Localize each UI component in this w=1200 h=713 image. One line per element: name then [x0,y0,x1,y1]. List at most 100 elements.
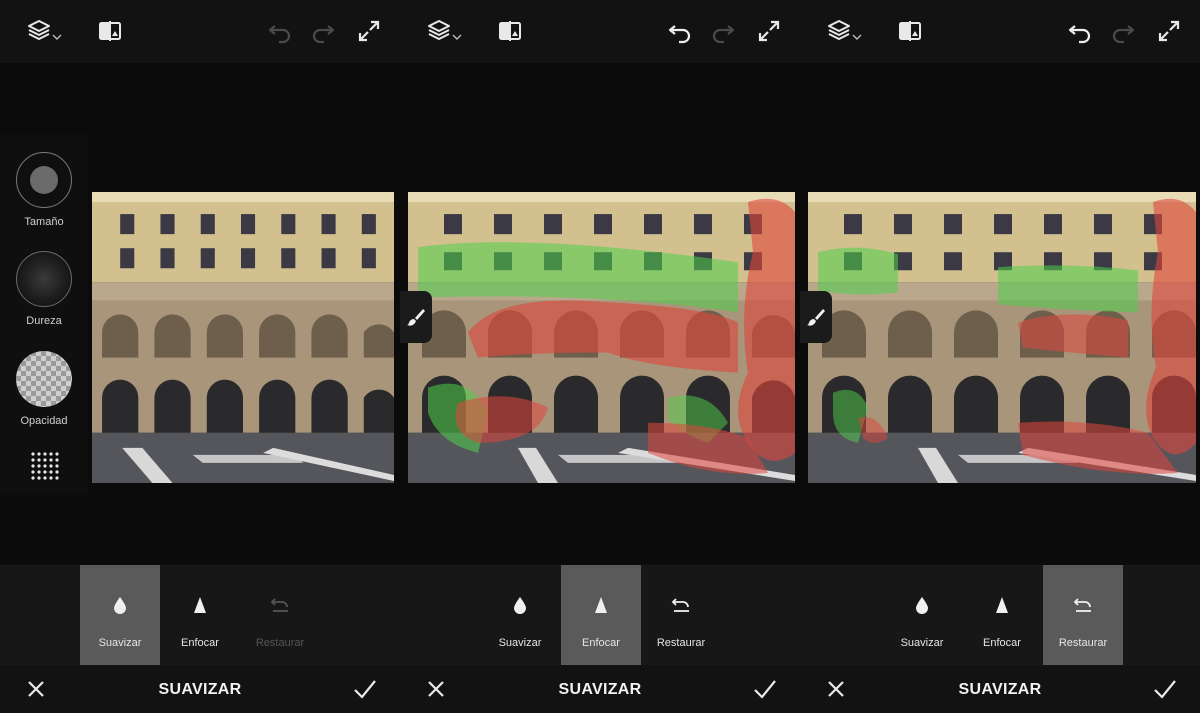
tool-options-row: Suavizar Enfocar Restaurar [400,565,800,665]
tool-restaurar[interactable]: Restaurar [240,565,320,665]
brush-panel-toggle[interactable] [800,291,832,343]
dot-grid-icon[interactable] [28,449,62,483]
tool-suavizar[interactable]: Suavizar [480,565,560,665]
tool-label: Enfocar [582,637,620,649]
redo-button[interactable] [306,14,340,48]
compare-button[interactable] [93,14,127,48]
layers-button[interactable] [422,14,456,48]
confirm-button[interactable] [352,677,378,701]
tool-label: Suavizar [98,637,142,649]
brush-size-circle[interactable] [16,152,72,208]
tool-label: Restaurar [255,637,305,649]
brush-opacity-circle[interactable] [16,351,72,407]
droplet-icon [916,597,928,614]
redo-icon [712,25,735,44]
editor-panel-2: Suavizar Enfocar Restaurar SUAVIZAR [400,0,800,713]
chevron-down-icon[interactable] [852,32,862,42]
close-icon [828,681,844,697]
compare-icon [99,21,121,41]
cancel-button[interactable] [424,677,448,701]
tool-enfocar[interactable]: Enfocar [962,565,1042,665]
expand-icon [1158,20,1180,42]
tool-label: Restaurar [656,637,706,649]
restore-icon [1073,598,1091,612]
tool-label: Enfocar [181,637,219,649]
brush-size-control[interactable]: Tamaño [0,152,88,228]
top-toolbar [0,0,400,63]
brush-icon [807,309,825,326]
undo-button[interactable] [663,14,697,48]
triangle-icon [194,597,206,613]
photo-building-masked [408,192,795,483]
tool-enfocar[interactable]: Enfocar [160,565,240,665]
redo-icon [312,25,335,44]
brush-opacity-control[interactable]: Opacidad [0,351,88,427]
brush-icon [407,309,425,326]
droplet-icon [114,597,126,614]
brush-settings-sidebar: Tamaño Dureza Opacidad [0,135,88,495]
layers-icon [28,20,50,40]
cancel-button[interactable] [24,677,48,701]
compare-icon [499,21,521,41]
bottom-action-bar: SUAVIZAR [800,665,1200,713]
restore-icon [671,598,689,612]
undo-icon [1068,25,1091,44]
photo-building-masked [808,192,1196,483]
tool-suavizar[interactable]: Suavizar [80,565,160,665]
layers-icon [428,20,450,40]
triangle-icon [996,597,1008,613]
image-canvas[interactable] [400,63,800,565]
chevron-down-icon[interactable] [52,32,62,42]
top-toolbar [400,0,800,63]
tool-enfocar[interactable]: Enfocar [561,565,641,665]
brush-hardness-label: Dureza [26,315,62,327]
checkmark-icon [354,680,376,699]
layers-button[interactable] [22,14,56,48]
redo-icon [1112,25,1135,44]
compare-icon [899,21,921,41]
tool-options-row: Suavizar Enfocar Restaurar [800,565,1200,665]
triangle-icon [595,597,607,613]
mode-title: SUAVIZAR [158,681,242,698]
bottom-action-bar: SUAVIZAR [0,665,400,713]
tool-label: Suavizar [900,637,944,649]
confirm-button[interactable] [752,677,778,701]
cancel-button[interactable] [824,677,848,701]
chevron-down-icon[interactable] [452,32,462,42]
layers-button[interactable] [822,14,856,48]
expand-button[interactable] [1152,14,1186,48]
brush-panel-toggle[interactable] [400,291,432,343]
redo-button[interactable] [1106,14,1140,48]
undo-button[interactable] [1063,14,1097,48]
tool-label: Suavizar [498,637,542,649]
tool-restaurar[interactable]: Restaurar [641,565,721,665]
checkmark-icon [1154,680,1176,699]
mode-title: SUAVIZAR [958,681,1042,698]
mode-title: SUAVIZAR [558,681,642,698]
brush-hardness-circle[interactable] [16,251,72,307]
compare-button[interactable] [893,14,927,48]
brush-hardness-control[interactable]: Dureza [0,251,88,327]
confirm-button[interactable] [1152,677,1178,701]
expand-button[interactable] [352,14,386,48]
image-canvas[interactable] [800,63,1200,565]
editor-panel-1: Tamaño Dureza Opacidad Suavizar Enfocar … [0,0,400,713]
expand-button[interactable] [752,14,786,48]
checkmark-icon [754,680,776,699]
tool-options-row: Suavizar Enfocar Restaurar [0,565,400,665]
expand-icon [358,20,380,42]
bottom-action-bar: SUAVIZAR [400,665,800,713]
undo-button[interactable] [263,14,297,48]
droplet-icon [514,597,526,614]
undo-icon [268,25,291,44]
close-icon [428,681,444,697]
tool-restaurar[interactable]: Restaurar [1043,565,1123,665]
tool-label: Restaurar [1058,637,1108,649]
brush-opacity-label: Opacidad [20,415,68,427]
close-icon [28,681,44,697]
compare-button[interactable] [493,14,527,48]
expand-icon [758,20,780,42]
tool-suavizar[interactable]: Suavizar [882,565,962,665]
redo-button[interactable] [706,14,740,48]
layers-icon [828,20,850,40]
